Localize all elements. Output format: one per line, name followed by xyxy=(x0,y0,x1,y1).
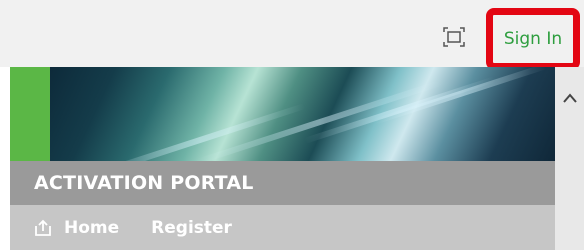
portal-container: ACTIVATION PORTAL Home Register xyxy=(10,67,555,250)
fullscreen-icon[interactable] xyxy=(443,27,465,47)
nav-register[interactable]: Register xyxy=(151,218,232,238)
chevron-up-icon xyxy=(562,93,577,103)
banner-image xyxy=(50,67,555,161)
portal-title-bar: ACTIVATION PORTAL xyxy=(10,161,555,205)
nav-register-label: Register xyxy=(151,217,232,238)
scrollbar[interactable] xyxy=(555,67,584,250)
nav-bar: Home Register xyxy=(10,205,555,250)
accent-strip xyxy=(10,67,50,161)
nav-home-label: Home xyxy=(64,217,120,238)
sign-in-highlight: Sign In xyxy=(486,8,580,70)
nav-home[interactable]: Home xyxy=(34,218,119,238)
sign-in-link[interactable]: Sign In xyxy=(504,29,562,49)
home-upload-icon xyxy=(35,219,51,236)
top-bar: Sign In xyxy=(0,0,584,70)
scroll-up-button[interactable] xyxy=(555,87,584,109)
page-title: ACTIVATION PORTAL xyxy=(34,172,254,194)
